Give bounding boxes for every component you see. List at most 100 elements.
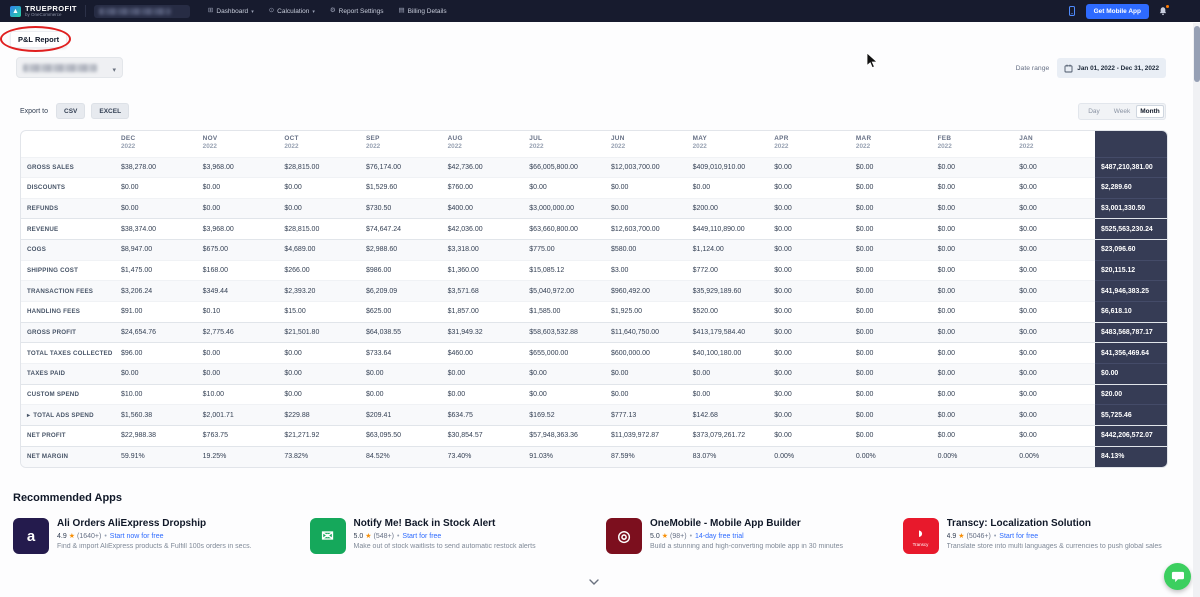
cell-refunds: $0.00 [278,198,360,219]
app-cta-link[interactable]: Start for free [402,533,441,540]
date-range-control: Date range Jan 01, 2022 - Dec 31, 2022 [1016,58,1166,78]
cell-net-profit: $373,079,261.72 [687,426,769,447]
app-card-transcy[interactable]: ◗TranscyTranscy: Localization Solution4.… [903,518,1188,554]
cell-gross-sales: $0.00 [932,157,1014,178]
month-label: JUL [529,135,599,142]
scrollbar-thumb[interactable] [1194,26,1200,82]
brand-logo[interactable]: ▲ TRUEPROFIT by OneCommerce [10,5,77,18]
cell-cogs: $0.00 [932,240,1014,261]
row-label-discounts: DISCOUNTS [21,178,115,199]
cell-net-margin: 83.07% [687,446,769,467]
period-day-button[interactable]: Day [1080,105,1108,118]
notification-bell-icon[interactable] [1158,6,1168,16]
nav-item-dashboard[interactable]: ⊞Dashboard [208,8,254,15]
store-selector[interactable] [16,57,123,78]
app-cta-link[interactable]: Start for free [999,533,1038,540]
app-card-notify-me[interactable]: ✉Notify Me! Back in Stock Alert5.0(548+)… [310,518,595,554]
year-label: 2022 [1019,143,1089,150]
app-cta-link[interactable]: Start now for free [110,533,164,540]
cell-revenue: $0.00 [768,219,850,240]
cell-refunds: $400.00 [442,198,524,219]
apps-grid-icon[interactable] [1177,2,1184,20]
app-meta: 5.0(548+)Start for free [354,532,536,540]
app-card-ali-orders[interactable]: aAli Orders AliExpress Dropship4.9(1640+… [13,518,298,554]
cell-taxes-paid: $0.00 [687,364,769,385]
app-meta: 5.0(98+)14-day free trial [650,532,843,540]
export-buttons: CSV EXCEL [56,103,129,119]
cell-custom-spend: $0.00 [605,384,687,405]
chat-icon [1171,570,1184,583]
cell-net-margin: 0.00% [850,446,932,467]
star-icon [660,533,670,540]
cell-taxes-paid: $0.00 [115,364,197,385]
cell-total-taxes-collected: $0.00 [278,343,360,364]
column-header-mar: MAR2022 [850,131,932,157]
cell-net-profit: $11,039,972.87 [605,426,687,447]
export-excel-button[interactable]: EXCEL [91,103,129,119]
row-label-shipping-cost: SHIPPING COST [21,260,115,281]
nav-item-calculation[interactable]: ⊙Calculation [269,8,315,15]
table-row-gross-sales: GROSS SALES$38,278.00$3,968.00$28,815.00… [21,157,1167,178]
column-header-nov: NOV2022 [197,131,279,157]
scrollbar[interactable] [1193,23,1200,597]
collapse-chevron-icon[interactable] [588,573,600,591]
year-label: 2022 [611,143,681,150]
month-label: APR [774,135,844,142]
cell-net-profit: $63,095.50 [360,426,442,447]
cell-transaction-fees: $5,040,972.00 [523,281,605,302]
table-row-revenue: REVENUE$38,374.00$3,968.00$28,815.00$74,… [21,219,1167,240]
total-total-taxes-collected: $41,356,469.64 [1095,343,1167,364]
get-mobile-app-button[interactable]: Get Mobile App [1086,4,1149,19]
cell-transaction-fees: $349.44 [197,281,279,302]
table-row-net-profit: NET PROFIT$22,988.38$763.75$21,271.92$63… [21,426,1167,447]
app-description: Find & import AliExpress products & Fulf… [57,543,252,550]
pl-table-card: DEC2022NOV2022OCT2022SEP2022AUG2022JUL20… [20,130,1168,468]
month-label: JUN [611,135,681,142]
nav-item-billing-details[interactable]: ▤Billing Details [398,8,446,15]
row-label-total-ads-spend[interactable]: TOTAL ADS SPEND [21,405,115,426]
export-csv-button[interactable]: CSV [56,103,85,119]
app-icon-caption: Transcy [913,542,929,547]
cell-cogs: $2,988.60 [360,240,442,261]
cell-revenue: $28,815.00 [278,219,360,240]
app-cta-link[interactable]: 14-day free trial [695,533,744,540]
row-label-custom-spend: CUSTOM SPEND [21,384,115,405]
month-label: NOV [203,135,273,142]
navbar-right: Get Mobile App [1067,2,1184,20]
date-range-picker[interactable]: Jan 01, 2022 - Dec 31, 2022 [1057,58,1166,78]
cell-transaction-fees: $3,206.24 [115,281,197,302]
chat-widget-button[interactable] [1164,563,1191,590]
cell-gross-sales: $66,005,800.00 [523,157,605,178]
cell-total-taxes-collected: $0.00 [1013,343,1095,364]
period-month-button[interactable]: Month [1136,105,1164,118]
year-label: 2022 [448,143,518,150]
column-header-oct: OCT2022 [278,131,360,157]
year-label: 2022 [121,143,191,150]
nav-item-report-settings[interactable]: ⚙Report Settings [330,8,384,15]
app-card-onemobile[interactable]: ◎OneMobile - Mobile App Builder5.0(98+)1… [606,518,891,554]
row-label-net-margin: NET MARGIN [21,446,115,467]
cell-taxes-paid: $0.00 [605,364,687,385]
cell-total-taxes-collected: $40,100,180.00 [687,343,769,364]
period-week-button[interactable]: Week [1108,105,1136,118]
cell-revenue: $42,036.00 [442,219,524,240]
main-menu: ⊞Dashboard ⊙Calculation ⚙Report Settings ▤B… [208,8,447,15]
cell-discounts: $0.00 [115,178,197,199]
top-navbar: ▲ TRUEPROFIT by OneCommerce ⊞Dashboard ⊙C… [0,0,1200,22]
mobile-phone-icon[interactable] [1067,6,1077,16]
cell-revenue: $38,374.00 [115,219,197,240]
cell-revenue: $0.00 [1013,219,1095,240]
cell-discounts: $760.00 [442,178,524,199]
total-transaction-fees: $41,946,383.25 [1095,281,1167,302]
search-input[interactable] [94,5,190,18]
cell-gross-profit: $64,038.55 [360,322,442,343]
trueprofit-pl-report-screen: ▲ TRUEPROFIT by OneCommerce ⊞Dashboard ⊙C… [0,0,1200,597]
cell-total-ads-spend: $209.41 [360,405,442,426]
cell-shipping-cost: $0.00 [850,260,932,281]
cell-shipping-cost: $986.00 [360,260,442,281]
cell-taxes-paid: $0.00 [197,364,279,385]
cell-total-taxes-collected: $600,000.00 [605,343,687,364]
cell-gross-sales: $12,003,700.00 [605,157,687,178]
cell-net-margin: 73.82% [278,446,360,467]
cell-cogs: $775.00 [523,240,605,261]
